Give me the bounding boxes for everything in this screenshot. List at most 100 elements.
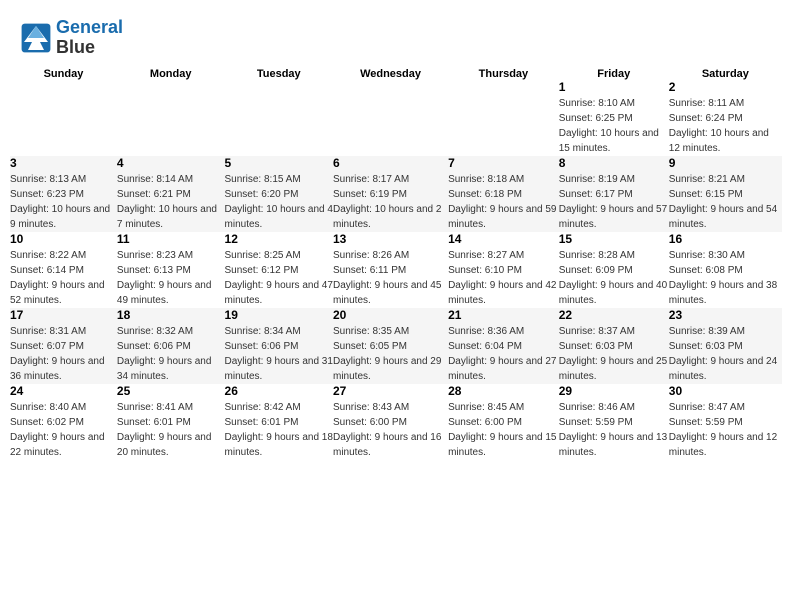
day-info: Sunrise: 8:25 AMSunset: 6:12 PMDaylight:… xyxy=(225,248,333,308)
day-number: 26 xyxy=(225,384,333,398)
day-number: 4 xyxy=(117,156,225,170)
calendar-cell: 12 Sunrise: 8:25 AMSunset: 6:12 PMDayligh… xyxy=(225,232,333,308)
week-row-4: 17 Sunrise: 8:31 AMSunset: 6:07 PMDayligh… xyxy=(10,308,782,384)
day-number: 1 xyxy=(559,80,669,94)
calendar-cell: 29 Sunrise: 8:46 AMSunset: 5:59 PMDayligh… xyxy=(559,384,669,460)
day-info: Sunrise: 8:17 AMSunset: 6:19 PMDaylight:… xyxy=(333,172,448,232)
day-number: 3 xyxy=(10,156,117,170)
day-info: Sunrise: 8:18 AMSunset: 6:18 PMDaylight:… xyxy=(448,172,559,232)
day-number: 16 xyxy=(669,232,782,246)
calendar-cell: 10Sunrise: 8:22 AMSunset: 6:14 PMDayligh… xyxy=(10,232,117,308)
calendar-cell: 18 Sunrise: 8:32 AMSunset: 6:06 PMDayligh… xyxy=(117,308,225,384)
weekday-header-tuesday: Tuesday xyxy=(225,68,333,80)
calendar-cell: 21Sunrise: 8:36 AMSunset: 6:04 PMDayligh… xyxy=(448,308,559,384)
logo-icon xyxy=(20,22,52,54)
day-info: Sunrise: 8:31 AMSunset: 6:07 PMDaylight:… xyxy=(10,324,117,384)
day-number: 30 xyxy=(669,384,782,398)
weekday-header-wednesday: Wednesday xyxy=(333,68,448,80)
day-number: 27 xyxy=(333,384,448,398)
day-number: 29 xyxy=(559,384,669,398)
calendar-cell: 13 Sunrise: 8:26 AMSunset: 6:11 PMDayligh… xyxy=(333,232,448,308)
day-info: Sunrise: 8:28 AMSunset: 6:09 PMDaylight:… xyxy=(559,248,669,308)
day-number: 28 xyxy=(448,384,559,398)
calendar-cell xyxy=(225,80,333,156)
weekday-header-row: SundayMondayTuesdayWednesdayThursdayFrid… xyxy=(10,68,782,80)
day-info: Sunrise: 8:45 AMSunset: 6:00 PMDaylight:… xyxy=(448,400,559,460)
day-number: 15 xyxy=(559,232,669,246)
day-number: 2 xyxy=(669,80,782,94)
day-info: Sunrise: 8:10 AMSunset: 6:25 PMDaylight:… xyxy=(559,96,669,156)
weekday-header-saturday: Saturday xyxy=(669,68,782,80)
calendar-cell: 9 Sunrise: 8:21 AMSunset: 6:15 PMDaylight… xyxy=(669,156,782,232)
day-info: Sunrise: 8:19 AMSunset: 6:17 PMDaylight:… xyxy=(559,172,669,232)
calendar-wrapper: SundayMondayTuesdayWednesdayThursdayFrid… xyxy=(0,68,792,470)
calendar-cell: 27 Sunrise: 8:43 AMSunset: 6:00 PMDayligh… xyxy=(333,384,448,460)
day-number: 7 xyxy=(448,156,559,170)
day-info: Sunrise: 8:37 AMSunset: 6:03 PMDaylight:… xyxy=(559,324,669,384)
calendar-table: SundayMondayTuesdayWednesdayThursdayFrid… xyxy=(10,68,782,460)
day-number: 19 xyxy=(225,308,333,322)
week-row-2: 3Sunrise: 8:13 AMSunset: 6:23 PMDaylight… xyxy=(10,156,782,232)
day-number: 17 xyxy=(10,308,117,322)
day-info: Sunrise: 8:40 AMSunset: 6:02 PMDaylight:… xyxy=(10,400,117,460)
calendar-cell: 24Sunrise: 8:40 AMSunset: 6:02 PMDayligh… xyxy=(10,384,117,460)
day-info: Sunrise: 8:35 AMSunset: 6:05 PMDaylight:… xyxy=(333,324,448,384)
calendar-cell: 23 Sunrise: 8:39 AMSunset: 6:03 PMDayligh… xyxy=(669,308,782,384)
calendar-cell: 7 Sunrise: 8:18 AMSunset: 6:18 PMDaylight… xyxy=(448,156,559,232)
calendar-cell: 15 Sunrise: 8:28 AMSunset: 6:09 PMDayligh… xyxy=(559,232,669,308)
day-info: Sunrise: 8:32 AMSunset: 6:06 PMDaylight:… xyxy=(117,324,225,384)
day-number: 13 xyxy=(333,232,448,246)
calendar-cell: 3Sunrise: 8:13 AMSunset: 6:23 PMDaylight… xyxy=(10,156,117,232)
day-number: 18 xyxy=(117,308,225,322)
calendar-cell: 11 Sunrise: 8:23 AMSunset: 6:13 PMDayligh… xyxy=(117,232,225,308)
logo-text: General Blue xyxy=(56,18,123,58)
day-info: Sunrise: 8:26 AMSunset: 6:11 PMDaylight:… xyxy=(333,248,448,308)
calendar-cell: 6 Sunrise: 8:17 AMSunset: 6:19 PMDaylight… xyxy=(333,156,448,232)
day-info: Sunrise: 8:27 AMSunset: 6:10 PMDaylight:… xyxy=(448,248,559,308)
day-number: 25 xyxy=(117,384,225,398)
day-number: 23 xyxy=(669,308,782,322)
calendar-cell: 20 Sunrise: 8:35 AMSunset: 6:05 PMDayligh… xyxy=(333,308,448,384)
calendar-cell: 2 Sunrise: 8:11 AMSunset: 6:24 PMDaylight… xyxy=(669,80,782,156)
page-container: General Blue SundayMondayTuesdayWednesda… xyxy=(0,0,792,470)
day-info: Sunrise: 8:21 AMSunset: 6:15 PMDaylight:… xyxy=(669,172,782,232)
day-number: 20 xyxy=(333,308,448,322)
calendar-cell: 8 Sunrise: 8:19 AMSunset: 6:17 PMDaylight… xyxy=(559,156,669,232)
calendar-cell xyxy=(448,80,559,156)
calendar-cell: 26 Sunrise: 8:42 AMSunset: 6:01 PMDayligh… xyxy=(225,384,333,460)
day-info: Sunrise: 8:47 AMSunset: 5:59 PMDaylight:… xyxy=(669,400,782,460)
calendar-cell: 30 Sunrise: 8:47 AMSunset: 5:59 PMDayligh… xyxy=(669,384,782,460)
calendar-cell: 16 Sunrise: 8:30 AMSunset: 6:08 PMDayligh… xyxy=(669,232,782,308)
day-number: 9 xyxy=(669,156,782,170)
day-number: 5 xyxy=(225,156,333,170)
calendar-cell xyxy=(333,80,448,156)
day-info: Sunrise: 8:42 AMSunset: 6:01 PMDaylight:… xyxy=(225,400,333,460)
day-number: 22 xyxy=(559,308,669,322)
day-number: 8 xyxy=(559,156,669,170)
logo: General Blue xyxy=(20,18,123,58)
day-info: Sunrise: 8:41 AMSunset: 6:01 PMDaylight:… xyxy=(117,400,225,460)
day-info: Sunrise: 8:43 AMSunset: 6:00 PMDaylight:… xyxy=(333,400,448,460)
day-number: 14 xyxy=(448,232,559,246)
day-number: 12 xyxy=(225,232,333,246)
calendar-cell: 4Sunrise: 8:14 AMSunset: 6:21 PMDaylight… xyxy=(117,156,225,232)
day-number: 10 xyxy=(10,232,117,246)
week-row-5: 24Sunrise: 8:40 AMSunset: 6:02 PMDayligh… xyxy=(10,384,782,460)
day-info: Sunrise: 8:23 AMSunset: 6:13 PMDaylight:… xyxy=(117,248,225,308)
weekday-header-monday: Monday xyxy=(117,68,225,80)
calendar-cell: 28 Sunrise: 8:45 AMSunset: 6:00 PMDayligh… xyxy=(448,384,559,460)
calendar-cell: 19 Sunrise: 8:34 AMSunset: 6:06 PMDayligh… xyxy=(225,308,333,384)
calendar-cell xyxy=(117,80,225,156)
day-info: Sunrise: 8:11 AMSunset: 6:24 PMDaylight:… xyxy=(669,96,782,156)
calendar-cell: 1 Sunrise: 8:10 AMSunset: 6:25 PMDaylight… xyxy=(559,80,669,156)
weekday-header-sunday: Sunday xyxy=(10,68,117,80)
day-info: Sunrise: 8:39 AMSunset: 6:03 PMDaylight:… xyxy=(669,324,782,384)
calendar-cell: 5Sunrise: 8:15 AMSunset: 6:20 PMDaylight… xyxy=(225,156,333,232)
day-info: Sunrise: 8:46 AMSunset: 5:59 PMDaylight:… xyxy=(559,400,669,460)
day-info: Sunrise: 8:30 AMSunset: 6:08 PMDaylight:… xyxy=(669,248,782,308)
calendar-cell: 17 Sunrise: 8:31 AMSunset: 6:07 PMDayligh… xyxy=(10,308,117,384)
day-info: Sunrise: 8:34 AMSunset: 6:06 PMDaylight:… xyxy=(225,324,333,384)
day-number: 11 xyxy=(117,232,225,246)
day-info: Sunrise: 8:36 AMSunset: 6:04 PMDaylight:… xyxy=(448,324,559,384)
day-number: 6 xyxy=(333,156,448,170)
